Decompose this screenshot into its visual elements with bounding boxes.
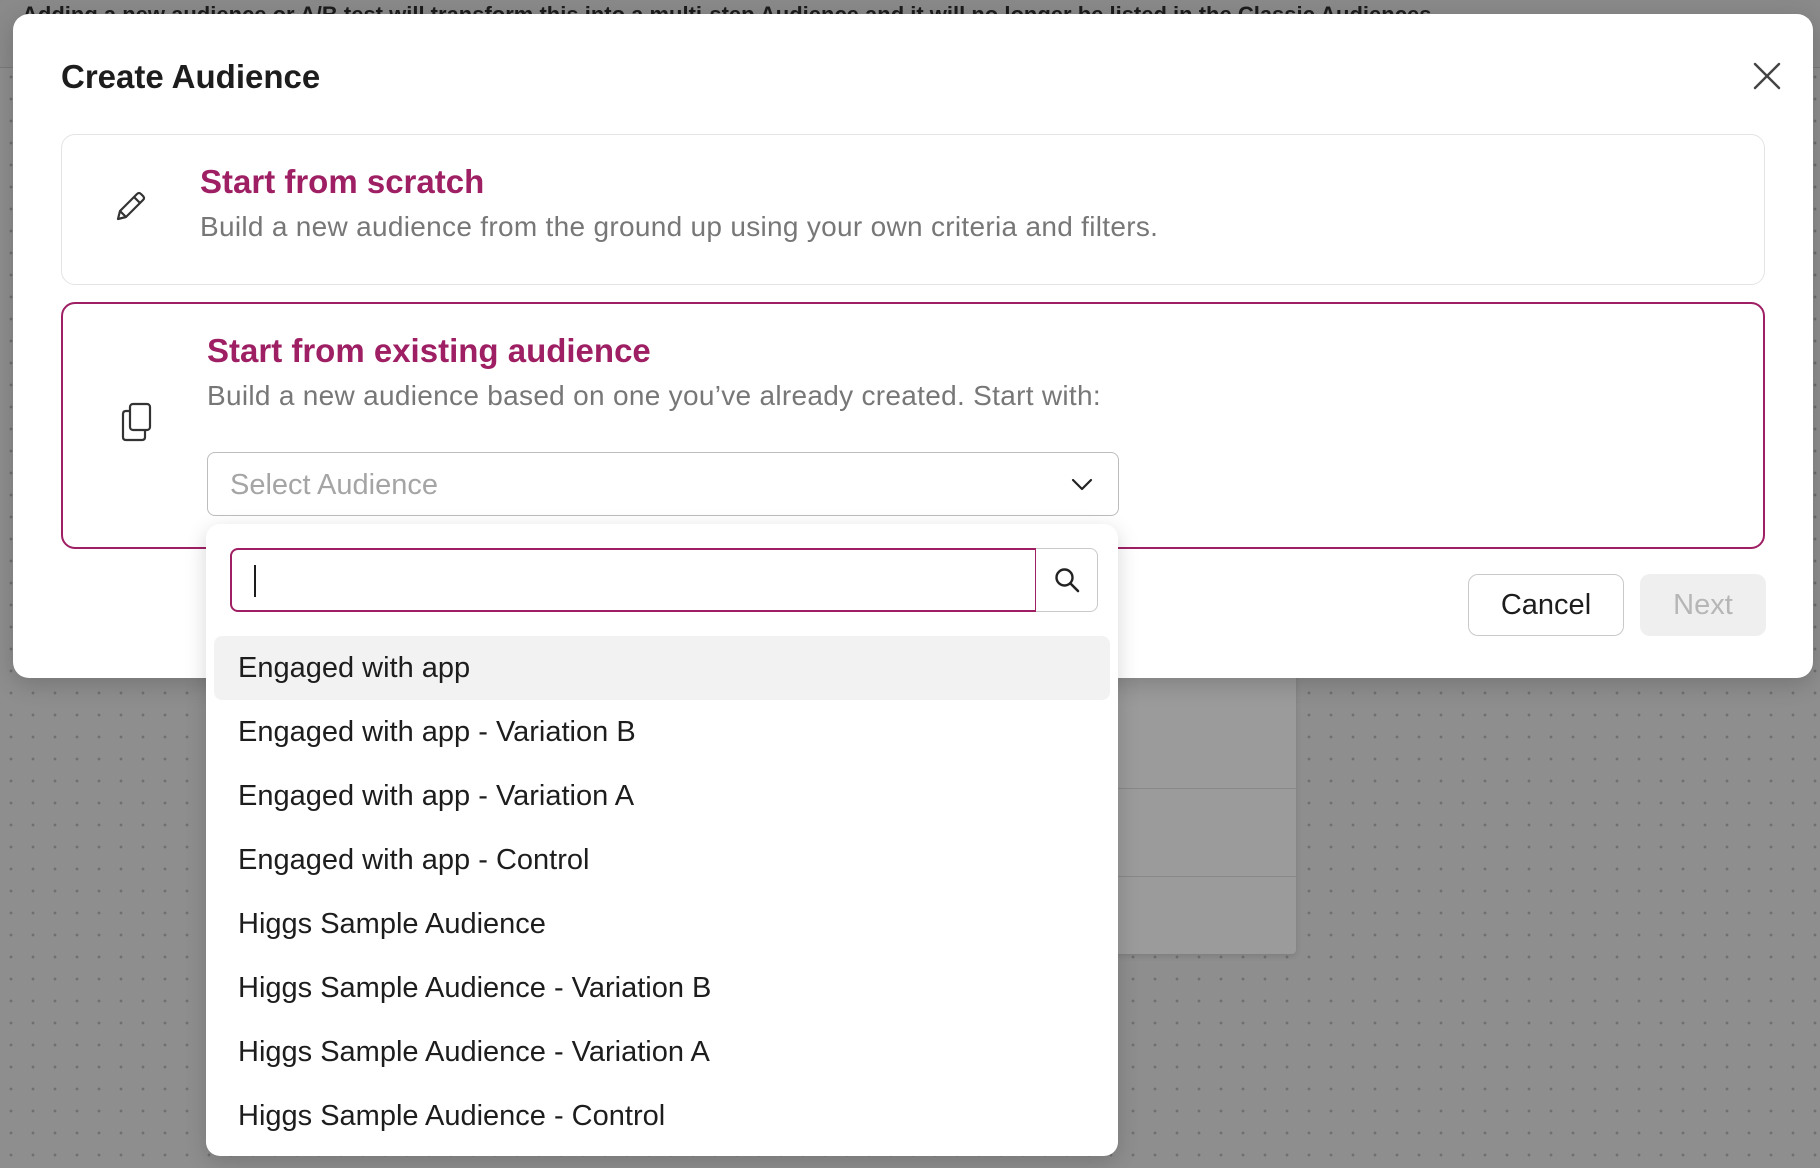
cancel-button[interactable]: Cancel <box>1468 574 1624 636</box>
audience-dropdown-menu: Engaged with app Engaged with app - Vari… <box>206 524 1118 1156</box>
audience-option[interactable]: Engaged with app - Control <box>214 828 1110 892</box>
option-start-from-scratch[interactable]: Start from scratch Build a new audience … <box>61 134 1765 285</box>
audience-option[interactable]: Higgs Sample Audience - Variation B <box>214 956 1110 1020</box>
audience-option[interactable]: Engaged with app <box>214 636 1110 700</box>
audience-options-list: Engaged with app Engaged with app - Vari… <box>214 636 1110 1148</box>
next-button[interactable]: Next <box>1640 574 1766 636</box>
text-cursor <box>254 565 256 597</box>
audience-option[interactable]: Higgs Sample Audience <box>214 892 1110 956</box>
close-button[interactable] <box>1741 50 1793 102</box>
option-start-from-existing[interactable]: Start from existing audience Build a new… <box>61 302 1765 549</box>
audience-search-input[interactable] <box>232 550 1035 610</box>
search-button[interactable] <box>1036 548 1098 612</box>
audience-option[interactable]: Engaged with app - Variation A <box>214 764 1110 828</box>
copy-icon <box>115 398 159 446</box>
option-title: Start from scratch <box>200 163 485 200</box>
option-description: Build a new audience based on one you’ve… <box>207 380 1101 411</box>
audience-search-field[interactable] <box>230 548 1036 612</box>
select-audience-dropdown[interactable]: Select Audience <box>207 452 1119 516</box>
close-icon <box>1753 62 1781 90</box>
audience-option[interactable]: Engaged with app - Variation B <box>214 700 1110 764</box>
pencil-icon <box>108 185 152 229</box>
option-title: Start from existing audience <box>207 332 651 369</box>
audience-option[interactable]: Higgs Sample Audience - Variation A <box>214 1020 1110 1084</box>
option-description: Build a new audience from the ground up … <box>200 211 1159 242</box>
select-placeholder: Select Audience <box>230 469 438 501</box>
audience-option[interactable]: Higgs Sample Audience - Control <box>214 1084 1110 1148</box>
search-icon <box>1054 568 1079 593</box>
chevron-down-icon <box>1070 473 1094 502</box>
modal-title: Create Audience <box>61 58 321 95</box>
